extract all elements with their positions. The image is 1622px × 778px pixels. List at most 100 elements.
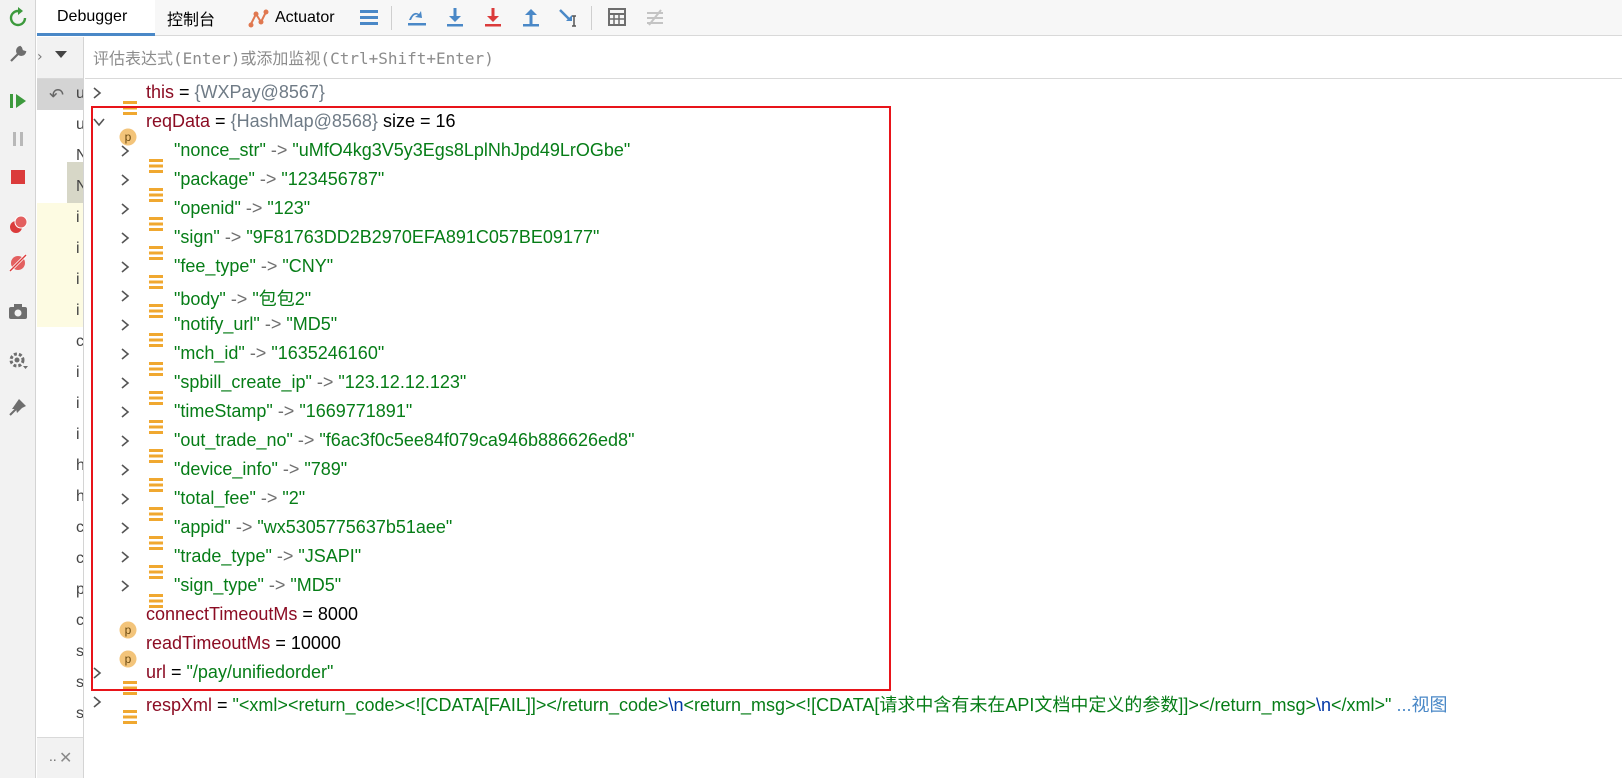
variable-row-url[interactable]: url = "/pay/unifiedorder" [85, 659, 1622, 695]
map-entry-row[interactable]: "spbill_create_ip" -> "123.12.12.123" [85, 369, 1622, 405]
variable-row-reqdata[interactable]: p reqData = {HashMap@8568} size = 16 [85, 108, 1622, 145]
frame-row[interactable]: h [37, 482, 83, 513]
expand-chevron-icon[interactable] [117, 171, 133, 189]
pause-icon[interactable] [4, 125, 32, 153]
map-entry-row[interactable]: "notify_url" -> "MD5" [85, 311, 1622, 347]
mute-breakpoints-icon[interactable] [4, 249, 32, 277]
trace-stream-icon[interactable] [641, 3, 669, 31]
rerun-icon[interactable] [4, 4, 32, 32]
expand-chevron-icon[interactable] [89, 693, 105, 711]
frames-panel: › ↶u u N N i i i i c i i i h h c c p c s… [37, 37, 84, 778]
resume-icon[interactable] [4, 87, 32, 115]
tab-debugger[interactable]: Debugger [37, 0, 155, 36]
map-entry-row[interactable]: "fee_type" -> "CNY" [85, 253, 1622, 289]
frame-row[interactable]: c [37, 606, 83, 637]
map-entry-row[interactable]: "device_info" -> "789" [85, 456, 1622, 492]
step-into-icon[interactable] [479, 3, 507, 31]
map-entry-row[interactable]: "timeStamp" -> "1669771891" [85, 398, 1622, 434]
expand-chevron-icon[interactable] [89, 84, 105, 102]
expand-chevron-icon[interactable] [117, 316, 133, 334]
map-entry-row[interactable]: "body" -> "包包2" [85, 282, 1622, 318]
frame-row[interactable]: s [37, 668, 83, 699]
map-entry-row[interactable]: "nonce_str" -> "uMfO4kg3V5y3Egs8LplNhJpd… [85, 137, 1622, 173]
frame-row[interactable]: s [37, 637, 83, 668]
toolbar-separator [591, 6, 592, 30]
expand-chevron-icon[interactable] [117, 345, 133, 363]
camera-icon[interactable] [4, 298, 32, 326]
map-entry-row[interactable]: "trade_type" -> "JSAPI" [85, 543, 1622, 579]
frame-row[interactable]: c [37, 513, 83, 544]
expand-chevron-icon[interactable] [117, 548, 133, 566]
map-entry-row[interactable]: "sign_type" -> "MD5" [85, 572, 1622, 608]
thread-dropdown-icon[interactable] [55, 51, 67, 58]
map-entry-row[interactable]: "total_fee" -> "2" [85, 485, 1622, 521]
chevron-right-icon[interactable]: › [37, 49, 43, 65]
expand-chevron-icon[interactable] [117, 258, 133, 276]
frame-row[interactable]: i [37, 203, 83, 234]
undo-icon[interactable]: ↶ [49, 85, 64, 106]
frame-row[interactable]: p [37, 575, 83, 606]
layout-menu-icon[interactable] [355, 3, 383, 31]
wrench-icon[interactable] [4, 40, 32, 68]
debug-left-toolbar [0, 0, 36, 778]
debugger-tab-bar: Debugger 控制台 Actuator [37, 0, 1622, 36]
expand-chevron-icon[interactable] [117, 403, 133, 421]
variable-row-this[interactable]: this = {WXPay@8567} [85, 79, 1622, 115]
expand-chevron-icon[interactable] [117, 490, 133, 508]
stop-icon[interactable] [4, 163, 32, 191]
frame-row[interactable]: h [37, 451, 83, 482]
frame-row[interactable]: i [37, 420, 83, 451]
variable-row-readtimeoutms[interactable]: p readTimeoutMs = 10000 [85, 630, 1622, 667]
map-entry-row[interactable]: "appid" -> "wx5305775637b51aee" [85, 514, 1622, 550]
frame-row[interactable]: i [37, 358, 83, 389]
frame-row[interactable]: i [37, 296, 83, 327]
frame-row[interactable]: N [37, 141, 83, 172]
expand-chevron-icon[interactable] [117, 461, 133, 479]
view-link[interactable]: ...视图 [1391, 695, 1447, 715]
frames-footer: .. ✕ [37, 737, 83, 778]
frame-row[interactable]: c [37, 327, 83, 358]
map-entry-row[interactable]: "sign" -> "9F81763DD2B2970EFA891C057BE09… [85, 224, 1622, 260]
expand-chevron-icon[interactable] [117, 432, 133, 450]
map-entry-row[interactable]: "openid" -> "123" [85, 195, 1622, 231]
collapse-chevron-icon[interactable] [91, 113, 107, 131]
view-breakpoints-icon[interactable] [4, 211, 32, 239]
map-entry-row[interactable]: "mch_id" -> "1635246160" [85, 340, 1622, 376]
run-to-cursor-icon[interactable] [555, 3, 583, 31]
expand-chevron-icon[interactable] [117, 519, 133, 537]
frame-row[interactable]: N [37, 172, 83, 203]
expand-chevron-icon[interactable] [117, 374, 133, 392]
frame-row[interactable]: i [37, 265, 83, 296]
map-entry-row[interactable]: "out_trade_no" -> "f6ac3f0c5ee84f079ca94… [85, 427, 1622, 463]
show-execution-point-icon[interactable] [403, 3, 431, 31]
tab-console[interactable]: 控制台 [167, 0, 215, 36]
field-icon [123, 709, 137, 724]
step-out-icon[interactable] [517, 3, 545, 31]
map-entry-row[interactable]: "package" -> "123456787" [85, 166, 1622, 202]
frame-row[interactable]: s [37, 699, 83, 730]
evaluate-expression-input[interactable] [93, 45, 1593, 71]
evaluate-bar [85, 37, 1622, 79]
frame-row[interactable]: c [37, 544, 83, 575]
variable-row-respxml[interactable]: respXml = "<xml><return_code><![CDATA[FA… [85, 688, 1622, 724]
close-icon[interactable]: ✕ [59, 748, 72, 767]
frame-row[interactable]: i [37, 389, 83, 420]
toolbar-separator [391, 6, 392, 30]
frame-row[interactable]: i [37, 234, 83, 265]
pin-icon[interactable] [4, 393, 32, 421]
tab-actuator[interactable]: Actuator [247, 0, 335, 36]
expand-chevron-icon[interactable] [117, 142, 133, 160]
expand-chevron-icon[interactable] [117, 577, 133, 595]
variables-panel: this = {WXPay@8567}preqData = {HashMap@8… [85, 37, 1622, 778]
expand-chevron-icon[interactable] [117, 229, 133, 247]
expand-chevron-icon[interactable] [89, 664, 105, 682]
step-over-icon[interactable] [441, 3, 469, 31]
settings-gear-icon[interactable] [4, 346, 32, 374]
expand-chevron-icon[interactable] [117, 200, 133, 218]
frames-header: › [37, 37, 83, 79]
expand-chevron-icon[interactable] [117, 287, 133, 305]
frame-row[interactable]: ↶u [37, 79, 83, 110]
variable-row-connecttimeoutms[interactable]: p connectTimeoutMs = 8000 [85, 601, 1622, 638]
frame-row[interactable]: u [37, 110, 83, 141]
evaluate-expression-icon[interactable] [603, 3, 631, 31]
